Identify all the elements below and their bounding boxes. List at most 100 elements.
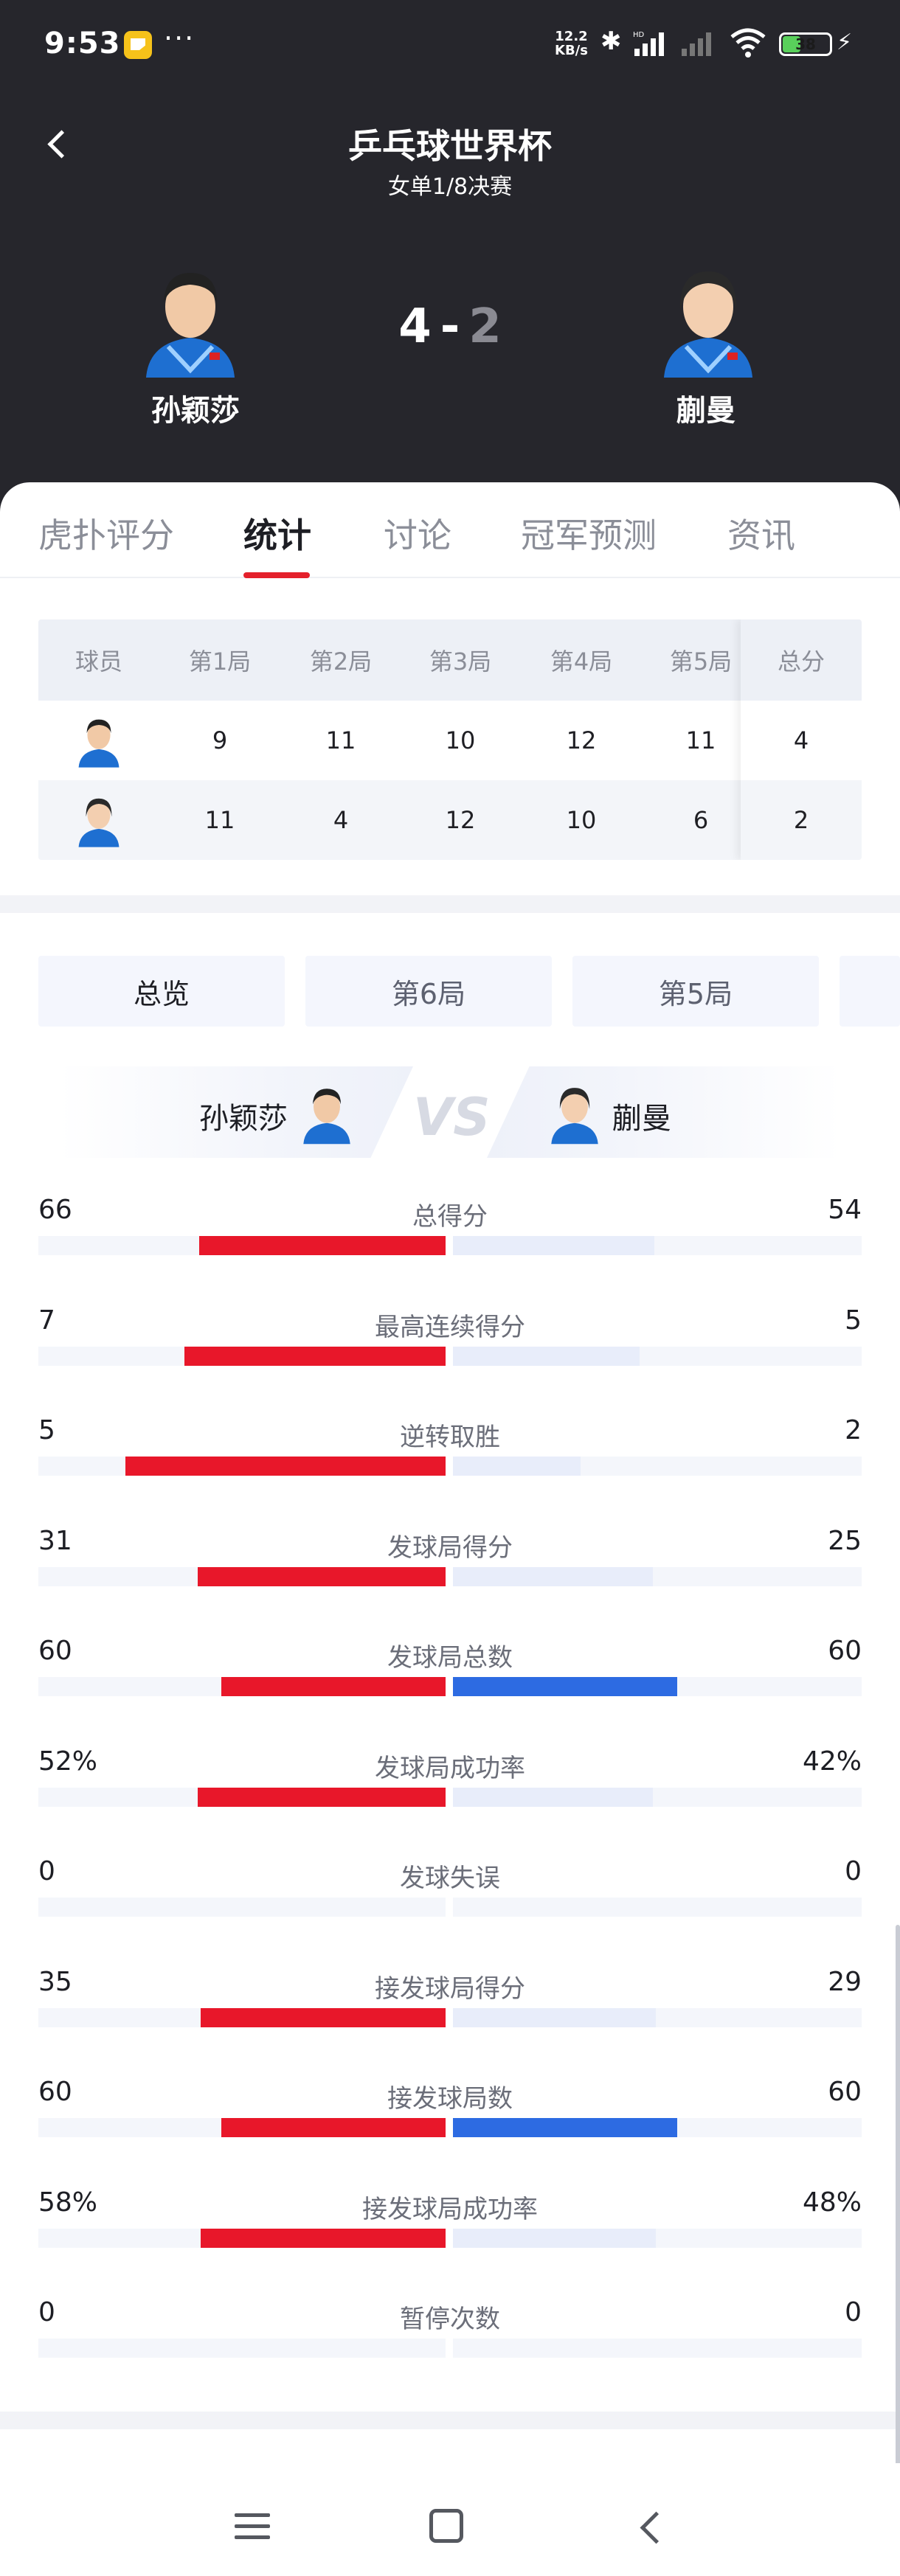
wifi-icon — [730, 28, 766, 58]
bluetooth-icon: ✱ — [600, 27, 622, 56]
score-cell: 12 — [566, 726, 597, 754]
game-score-table: 球员 第1局 第2局 第3局 第4局 第5局 总分 9 11 10 12 11 … — [38, 619, 862, 860]
stat-home-bar — [184, 1347, 446, 1366]
stat-away-track — [453, 1567, 862, 1586]
stat-away-value: 5 — [845, 1305, 862, 1336]
stat-away-bar — [453, 1677, 677, 1696]
row-player-avatar — [38, 701, 159, 780]
col-header-game2: 第2局 — [309, 648, 373, 676]
page-title: 乒乓球世界杯 — [348, 126, 552, 166]
tab-stats[interactable]: 统计 — [243, 509, 311, 558]
score-cell: 11 — [325, 726, 356, 754]
svg-text:HD: HD — [633, 31, 645, 39]
stat-away-track — [453, 1457, 862, 1476]
stat-label: 逆转取胜 — [400, 1423, 500, 1452]
stat-label: 发球失误 — [400, 1864, 500, 1893]
away-player-name[interactable]: 蒯曼 — [610, 386, 802, 429]
back-chevron-icon[interactable] — [636, 2512, 665, 2541]
signal-icon: HD — [633, 31, 664, 56]
table-header-row: 球员 第1局 第2局 第3局 第4局 第5局 总分 — [38, 619, 862, 701]
stat-home-track — [38, 2118, 446, 2137]
stat-away-bar — [453, 2118, 677, 2137]
stat-away-value: 2 — [845, 1415, 862, 1445]
stat-home-track — [38, 1567, 446, 1586]
stat-row: 60 发球局总数 60 — [38, 1636, 862, 1746]
stat-away-track — [453, 1677, 862, 1696]
network-speed-unit: KB/s — [555, 43, 588, 58]
subtab-overview[interactable]: 总览 — [38, 956, 285, 1027]
stat-away-value: 60 — [828, 2077, 862, 2107]
menu-icon[interactable] — [235, 2513, 270, 2540]
subtab-more[interactable] — [840, 956, 900, 1027]
vs-home-avatar — [303, 1089, 350, 1145]
vs-away-avatar — [551, 1088, 598, 1145]
score-cell: 9 — [212, 726, 228, 754]
table-row[interactable]: 11 4 12 10 6 2 — [38, 780, 862, 860]
stat-away-track — [453, 2008, 862, 2027]
tab-champion-prediction[interactable]: 冠军预测 — [521, 509, 657, 558]
stat-row: 60 接发球局数 60 — [38, 2077, 862, 2187]
home-square-icon[interactable] — [429, 2509, 463, 2543]
stat-home-track — [38, 2339, 446, 2358]
stat-home-bar — [198, 1567, 446, 1586]
stat-away-value: 60 — [828, 1636, 862, 1666]
away-player-avatar[interactable] — [657, 260, 760, 378]
stat-away-track — [453, 1898, 862, 1917]
stat-row: 66 总得分 54 — [38, 1195, 862, 1305]
col-header-game3: 第3局 — [429, 648, 492, 676]
vs-away-name: 蒯曼 — [612, 1102, 671, 1136]
score-cell: 10 — [445, 726, 476, 754]
battery-level: 38 — [795, 35, 816, 53]
status-bar: 9:53 ··· 12.2 KB/s ✱ HD 38 ⚡ — [0, 0, 900, 88]
away-score: 2 — [468, 299, 502, 354]
match-score: 4-2 — [0, 299, 900, 354]
system-nav-bar — [0, 2463, 900, 2576]
home-score: 4 — [398, 299, 432, 354]
total-column-shadow — [741, 619, 862, 860]
away-player-mini-avatar — [78, 798, 120, 847]
score-separator: - — [440, 299, 460, 354]
stat-home-track — [38, 1898, 446, 1917]
tab-discussion[interactable]: 讨论 — [384, 509, 451, 558]
stat-away-track — [453, 1788, 862, 1807]
stat-away-bar — [453, 1457, 581, 1476]
stat-label: 接发球局成功率 — [362, 2195, 538, 2224]
stat-home-track — [38, 2229, 446, 2248]
stat-away-bar — [453, 1567, 653, 1586]
stat-row: 35 接发球局得分 29 — [38, 1967, 862, 2077]
home-player-name[interactable]: 孙颖莎 — [100, 386, 291, 429]
stat-home-bar — [221, 1677, 446, 1696]
stat-away-value: 0 — [845, 1856, 862, 1886]
tab-news[interactable]: 资讯 — [727, 509, 795, 558]
stat-home-bar — [221, 2118, 446, 2137]
stat-label: 接发球局得分 — [375, 1974, 525, 2004]
stat-home-track — [38, 1788, 446, 1807]
stat-home-track — [38, 1457, 446, 1476]
table-row[interactable]: 9 11 10 12 11 4 — [38, 701, 862, 780]
col-header-player: 球员 — [75, 648, 122, 676]
scrollbar[interactable] — [896, 1925, 900, 2471]
battery-icon: 38 — [779, 32, 832, 56]
home-player-mini-avatar — [78, 719, 120, 768]
stat-row: 0 暂停次数 0 — [38, 2297, 862, 2408]
stat-label: 最高连续得分 — [375, 1313, 525, 1342]
signal-secondary-icon — [682, 32, 711, 56]
score-cell: 4 — [333, 806, 349, 834]
stat-home-bar — [201, 2229, 446, 2248]
subtab-game5[interactable]: 第5局 — [572, 956, 819, 1027]
stat-away-bar — [453, 2008, 656, 2027]
tab-hupu-rating[interactable]: 虎扑评分 — [38, 509, 174, 558]
score-cell: 12 — [445, 806, 476, 834]
stat-label: 接发球局数 — [387, 2084, 513, 2114]
active-tab-indicator — [243, 572, 310, 578]
subtab-game6[interactable]: 第6局 — [305, 956, 552, 1027]
stat-home-bar — [199, 1236, 446, 1255]
stat-away-track — [453, 2339, 862, 2358]
stat-home-bar — [125, 1457, 446, 1476]
stat-row: 52% 发球局成功率 42% — [38, 1746, 862, 1857]
score-cell: 11 — [204, 806, 235, 834]
charging-bolt-icon: ⚡ — [837, 29, 853, 55]
match-round: 女单1/8决赛 — [387, 174, 513, 200]
status-time: 9:53 — [44, 27, 121, 60]
section-divider-bottom — [0, 2412, 900, 2429]
